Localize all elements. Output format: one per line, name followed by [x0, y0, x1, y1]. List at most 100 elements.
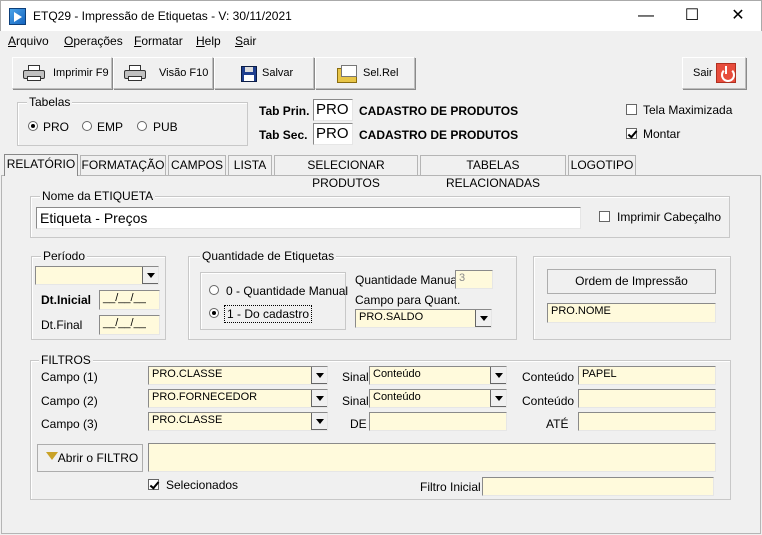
dt-inicial-label: Dt.Inicial: [41, 293, 92, 307]
tabelas-label: Tabelas: [27, 95, 73, 109]
conteudo2-input[interactable]: [578, 389, 716, 408]
minimize-icon[interactable]: —: [623, 1, 669, 32]
campo2-label: Campo (2): [41, 394, 98, 408]
chevron-down-icon[interactable]: [311, 367, 327, 384]
selecionados-checkbox[interactable]: [148, 479, 159, 490]
tab-campos[interactable]: CAMPOS: [168, 155, 226, 175]
radio-pub[interactable]: [137, 121, 147, 131]
abrir-filtro-button[interactable]: Abrir o FILTRO: [37, 444, 143, 472]
save-disk-icon: [241, 66, 257, 82]
sair-button[interactable]: Sair: [682, 57, 746, 89]
menu-operacoes[interactable]: Operações: [64, 34, 123, 48]
radio-quantidade-manual[interactable]: [209, 285, 219, 295]
chevron-down-icon[interactable]: [142, 267, 158, 284]
filtro-inicial-label: Filtro Inicial: [420, 480, 481, 494]
imprimir-cabecalho-label: Imprimir Cabeçalho: [617, 210, 722, 224]
nome-etiqueta-input[interactable]: Etiqueta - Preços: [36, 207, 581, 229]
print-preview-icon: [124, 65, 146, 81]
radio-quantidade-manual-label: 0 - Quantidade Manual: [226, 284, 349, 298]
radio-pub-label: PUB: [153, 120, 178, 134]
qtd-manual-input[interactable]: 3: [455, 270, 493, 289]
chevron-down-icon[interactable]: [475, 310, 491, 327]
power-icon: [716, 63, 736, 83]
radio-do-cadastro[interactable]: [209, 308, 219, 318]
montar-checkbox[interactable]: [626, 128, 637, 139]
selrel-button[interactable]: Sel.Rel: [315, 57, 415, 89]
menu-sair[interactable]: Sair: [235, 34, 256, 48]
radio-do-cadastro-label: 1 - Do cadastro: [224, 305, 313, 323]
dt-final-label: Dt.Final: [41, 318, 83, 332]
de-input[interactable]: [369, 412, 507, 431]
sinal1-label: Sinal: [342, 370, 369, 384]
app-icon: [9, 8, 26, 25]
chevron-down-icon[interactable]: [311, 390, 327, 407]
campo3-label: Campo (3): [41, 417, 98, 431]
campo1-select[interactable]: PRO.CLASSE: [148, 366, 328, 385]
tab-tabelas-relacionadas[interactable]: TABELAS RELACIONADAS: [420, 155, 566, 190]
imprimir-button[interactable]: Imprimir F9: [12, 57, 112, 89]
sinal1-select[interactable]: Conteúdo: [369, 366, 507, 385]
menu-bar: Arquivo Operações Formatar Help Sair: [0, 31, 762, 51]
menu-formatar[interactable]: Formatar: [134, 34, 183, 48]
qtd-manual-label: Quantidade Manual: [355, 273, 460, 287]
conteudo1-label: Conteúdo: [522, 370, 575, 384]
conteudo2-label: Conteúdo: [522, 394, 575, 408]
chevron-down-icon[interactable]: [490, 390, 506, 407]
visao-button[interactable]: Visão F10: [113, 57, 213, 89]
nome-etiqueta-label: Nome da ETIQUETA: [40, 189, 156, 203]
ordem-impressao-button[interactable]: Ordem de Impressão: [547, 269, 716, 294]
tab-relatorio[interactable]: RELATÓRIO: [4, 154, 78, 176]
campo-quant-select[interactable]: PRO.SALDO: [355, 309, 492, 328]
chevron-down-icon[interactable]: [490, 367, 506, 384]
printer-icon: [23, 65, 45, 81]
conteudo1-input[interactable]: PAPEL: [578, 366, 716, 385]
menu-help[interactable]: Help: [196, 34, 221, 48]
tab-prin-label: Tab Prin.: [259, 104, 310, 118]
funnel-icon: [46, 452, 58, 460]
campo3-select[interactable]: PRO.CLASSE: [148, 412, 328, 431]
tab-selecionar-produtos[interactable]: SELECIONAR PRODUTOS: [274, 155, 418, 190]
tab-logotipo[interactable]: LOGOTIPO: [568, 155, 636, 175]
tab-sec-label: Tab Sec.: [259, 128, 308, 142]
imprimir-cabecalho-checkbox[interactable]: [599, 211, 610, 222]
ate-label: ATÉ: [546, 417, 569, 431]
sinal2-label: Sinal: [342, 394, 369, 408]
sinal2-select[interactable]: Conteúdo: [369, 389, 507, 408]
campo2-select[interactable]: PRO.FORNECEDOR: [148, 389, 328, 408]
radio-emp-label: EMP: [97, 120, 124, 134]
radio-pro-label: PRO: [43, 120, 70, 134]
radio-emp[interactable]: [82, 121, 92, 131]
dt-final-input[interactable]: __/__/__: [99, 315, 160, 335]
tab-sec-desc: CADASTRO DE PRODUTOS: [359, 128, 519, 142]
tab-formatacao[interactable]: FORMATAÇÃO: [80, 155, 166, 175]
campo-quant-label: Campo para Quant.: [355, 293, 461, 307]
periodo-select[interactable]: [35, 266, 159, 285]
filtros-label: FILTROS: [39, 353, 93, 367]
folder-icon: [337, 65, 357, 83]
tab-lista[interactable]: LISTA: [228, 155, 272, 175]
tela-maximizada-label: Tela Maximizada: [643, 103, 733, 117]
dt-inicial-input[interactable]: __/__/__: [99, 290, 160, 310]
tab-prin-input[interactable]: PRO: [313, 99, 353, 121]
periodo-label: Período: [41, 249, 88, 263]
ate-input[interactable]: [578, 412, 716, 431]
quantidade-label: Quantidade de Etiquetas: [200, 249, 337, 263]
tab-prin-desc: CADASTRO DE PRODUTOS: [359, 104, 519, 118]
filtro-inicial-input[interactable]: [482, 477, 714, 496]
menu-arquivo[interactable]: Arquivo: [8, 34, 49, 48]
chevron-down-icon[interactable]: [311, 413, 327, 430]
radio-pro[interactable]: [28, 121, 38, 131]
salvar-button[interactable]: Salvar: [214, 57, 314, 89]
de-label: DE: [350, 417, 367, 431]
ordem-impressao-input[interactable]: PRO.NOME: [547, 303, 716, 323]
title-bar: ETQ29 - Impressão de Etiquetas - V: 30/1…: [0, 0, 762, 31]
tela-maximizada-checkbox[interactable]: [626, 104, 637, 115]
montar-label: Montar: [643, 127, 681, 141]
close-icon[interactable]: ✕: [715, 1, 761, 32]
selecionados-label: Selecionados: [166, 478, 239, 492]
maximize-icon[interactable]: ☐: [669, 1, 715, 32]
filtro-textarea[interactable]: [148, 443, 716, 472]
campo1-label: Campo (1): [41, 370, 98, 384]
tab-sec-input[interactable]: PRO: [313, 123, 353, 145]
window-title: ETQ29 - Impressão de Etiquetas - V: 30/1…: [33, 9, 292, 23]
